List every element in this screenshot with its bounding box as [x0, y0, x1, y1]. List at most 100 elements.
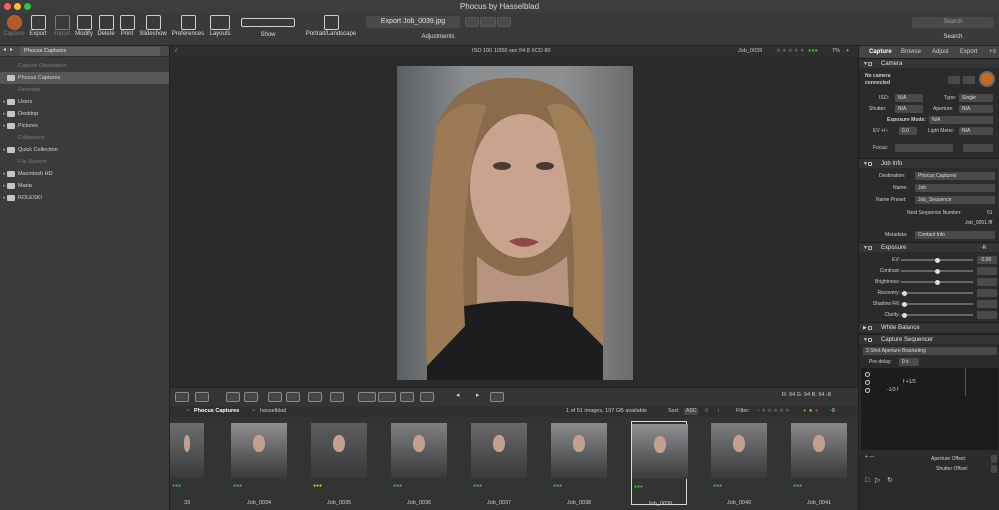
tab-phocus-captures[interactable]: Phocus Captures [194, 406, 239, 417]
minimize-window-button[interactable] [14, 3, 21, 10]
previous-image-icon[interactable]: ◂ [456, 391, 460, 399]
sort-asc-button[interactable]: ASC [684, 408, 699, 415]
show-control[interactable]: Show [238, 15, 298, 45]
browser-item[interactable]: ▸ Desktop [0, 108, 169, 120]
browser-item[interactable]: ▸ ROLESKI [0, 192, 169, 204]
clarity-slider-value[interactable] [977, 311, 997, 319]
back-arrow-icon[interactable]: ◂ [3, 46, 6, 53]
disclosure-arrow-icon[interactable]: ▸ [3, 120, 6, 132]
thumbnail-color-labels[interactable]: ●●● [393, 483, 402, 489]
contrast-slider-value[interactable] [977, 267, 997, 275]
thumbnail-color-labels[interactable]: ●●● [553, 483, 562, 489]
shadow-slider[interactable] [901, 301, 973, 307]
thumbnail-color-labels[interactable]: ●●● [172, 483, 181, 489]
capture-button[interactable]: Capture [2, 15, 26, 45]
forward-arrow-icon[interactable]: ▸ [10, 46, 13, 53]
aperture-value[interactable]: N/A [959, 105, 993, 113]
sort-star-icon[interactable]: ☆ [704, 406, 709, 417]
ev-slider[interactable] [901, 257, 973, 263]
tab-capture[interactable]: Capture [869, 46, 892, 58]
thumbnail[interactable]: ●●● Job_0041 [791, 421, 847, 506]
sequence-step-marker[interactable] [865, 388, 870, 393]
browser-item[interactable]: ▸ Macintosh HD [0, 168, 169, 180]
add-step-icon[interactable]: + — [865, 453, 874, 461]
modify-button[interactable]: Modify [73, 15, 95, 45]
slider-knob[interactable] [902, 312, 908, 318]
single-view-button[interactable] [175, 392, 189, 402]
tab-export[interactable]: Export [960, 46, 977, 58]
hand-tool-icon[interactable] [308, 392, 322, 402]
slider-knob[interactable] [934, 279, 940, 285]
browser-item[interactable]: ▸ Pictures [0, 120, 169, 132]
zoom-in-icon[interactable]: + [846, 46, 849, 57]
close-window-button[interactable] [4, 3, 11, 10]
slider-knob[interactable] [902, 301, 908, 307]
brightness-slider[interactable] [901, 279, 973, 285]
sequence-stop-icon[interactable]: □ [865, 477, 869, 485]
delete-button[interactable]: Delete [95, 15, 117, 45]
menu-tool-icon[interactable] [330, 392, 344, 402]
shutter-offset-value[interactable] [991, 465, 997, 473]
ev-slider-value[interactable]: -0,60 [977, 256, 997, 264]
metadata-value[interactable]: Contact Info [915, 231, 995, 239]
thumbnail-color-labels[interactable]: ●●● [713, 483, 722, 489]
loupe-tool-icon[interactable] [286, 392, 300, 402]
sequence-step-marker[interactable] [865, 372, 870, 377]
brightness-slider-value[interactable] [977, 278, 997, 286]
iso-value[interactable]: N/A [895, 94, 923, 102]
thumbnail[interactable]: ●●● Job_0040 [711, 421, 767, 506]
disclosure-arrow-icon[interactable]: ▸ [3, 96, 6, 108]
browser-item[interactable]: ▸ Users [0, 96, 169, 108]
filter-red-dot[interactable]: ● [815, 406, 818, 417]
search-input[interactable]: Search [912, 17, 994, 28]
ev-value[interactable]: 0,0 [899, 127, 917, 135]
rating-stars[interactable]: ★★★★★ [776, 46, 806, 57]
zoom-window-button[interactable] [24, 3, 31, 10]
white-balance-header[interactable]: ▶ White Balance [859, 322, 999, 332]
thumbnail-color-labels[interactable]: ●●● [313, 483, 322, 489]
print-button[interactable]: Print [117, 15, 137, 45]
thumbnail[interactable]: ●●● Job_0039 [631, 421, 688, 507]
filter-yellow-dot[interactable]: ● [809, 406, 812, 417]
live-view-button[interactable] [948, 76, 960, 84]
color-label-dots[interactable]: ●●● [808, 46, 818, 57]
overlay-icon[interactable] [420, 392, 434, 402]
light-meter-value[interactable]: N/A [959, 127, 993, 135]
destination-value[interactable]: Phocus Captures [915, 172, 995, 180]
layouts-button[interactable]: Layouts [206, 15, 234, 45]
next-image-icon[interactable]: ▸ [476, 391, 480, 399]
import-button[interactable]: Import [50, 15, 74, 45]
slider-knob[interactable] [902, 290, 908, 296]
tab-hasselblad[interactable]: hasselblad [260, 406, 286, 417]
preferences-button[interactable]: Preferences [170, 15, 206, 45]
thumbnail[interactable]: ●●● Job_0035 [311, 421, 367, 506]
contrast-slider[interactable] [901, 268, 973, 274]
shutter-value[interactable]: N/A [895, 105, 923, 113]
adjust-left-button[interactable] [465, 17, 479, 27]
slider-knob[interactable] [934, 257, 940, 263]
compare-view-button[interactable] [195, 392, 209, 402]
tab-browse[interactable]: Browse [901, 46, 921, 58]
eyedropper-tool-icon[interactable] [268, 392, 282, 402]
thumbnail[interactable]: ●●● Job_0036 [391, 421, 447, 506]
fullscreen-icon[interactable] [490, 392, 504, 402]
camera-header[interactable]: ▼ Camera [859, 58, 999, 68]
disclosure-arrow-icon[interactable]: ▸ [3, 108, 6, 120]
source-select[interactable]: Phocus Captures [20, 47, 160, 56]
grid-icon[interactable] [400, 392, 414, 402]
shadow-slider-value[interactable] [977, 300, 997, 308]
size-large-icon[interactable] [378, 392, 396, 402]
browser-item[interactable]: ▸ Maria [0, 180, 169, 192]
thumbnail[interactable]: ●●● Job_0034 [231, 421, 287, 506]
portrait-landscape-button[interactable]: Portrait/Landscape [302, 15, 360, 45]
aperture-offset-value[interactable] [991, 455, 997, 463]
exposure-header[interactable]: ▼ Exposure -R [859, 242, 999, 252]
slideshow-button[interactable]: Slideshow [137, 15, 169, 45]
capture-sequencer-header[interactable]: ▼ Capture Sequencer [859, 334, 999, 344]
name-field[interactable]: Job [915, 184, 995, 192]
size-small-icon[interactable] [358, 392, 376, 402]
thumbnail-color-labels[interactable]: ●●● [233, 483, 242, 489]
browser-item[interactable]: Phocus Captures [0, 72, 169, 84]
slider-knob[interactable] [934, 268, 940, 274]
thumbnail-color-labels[interactable]: ●●● [473, 483, 482, 489]
